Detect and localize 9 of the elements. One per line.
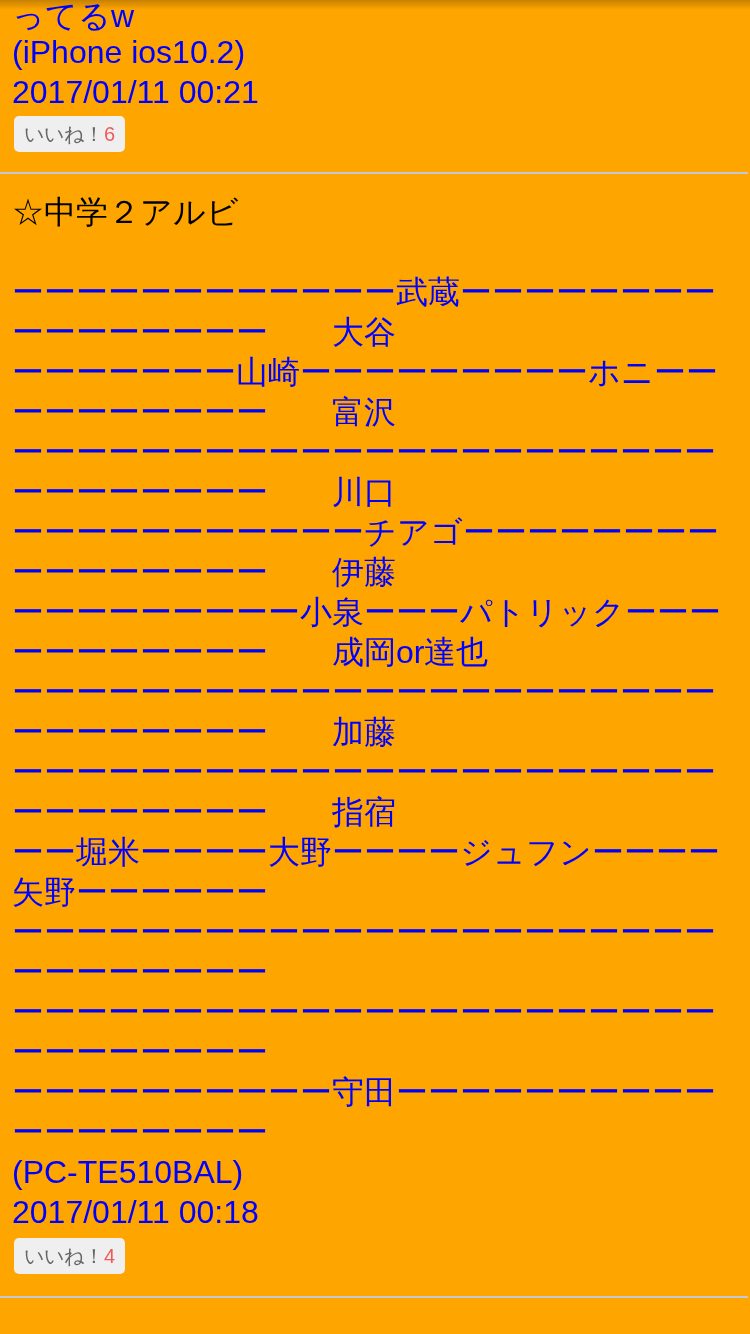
post-body: ってるw (12, 0, 136, 32)
post-date: 2017/01/11 00:21 (12, 73, 260, 112)
post-body: ーーーーーーーーーーーー武蔵ーーーーーーーー ーーーーーーーー 大谷 ーーーーーーー山崎ーーーーーーーーーホニーー ーーーーーーーー 富沢 ーーーーーーーーーーーーーーーーーーーーーー ーーーーーーーー 川口 ーーーーーーーーーーーチアゴーーーーーーーー ーーーーーーーー 伊藤 ーーーーーーーーー小泉ーーーパトリックーーー ーーーーーーーー 成岡or達也 ーーーーーーーーーーーーーーーーーーーーーー ーーーーーーーー 加藤 ーーーーーーーーーーーーーーーーーーーーーー ーーーーーーーー 指宿 ーー堀米ーーーー大野ーーーージュフンーーーー 矢野ーーーーーー ーーーーーーーーーーーーーーーーーーーーーー ーーーーーーーー ーーーーーーーーーーーーーーーーーーーーーー ーーーーーーーー ーーーーーーーーーー守田ーーーーーーーーーー ーーーーーーーー (12, 273, 722, 1152)
device-label: (iPhone ios10.2) (12, 33, 247, 72)
like-button[interactable]: いいね！6 (14, 116, 126, 152)
post-title: ☆中学２アルビ (12, 193, 240, 232)
device-label: (PC-TE510BAL) (12, 1153, 245, 1192)
like-button[interactable]: いいね！4 (14, 1238, 126, 1274)
post-date: 2017/01/11 00:18 (12, 1193, 260, 1232)
